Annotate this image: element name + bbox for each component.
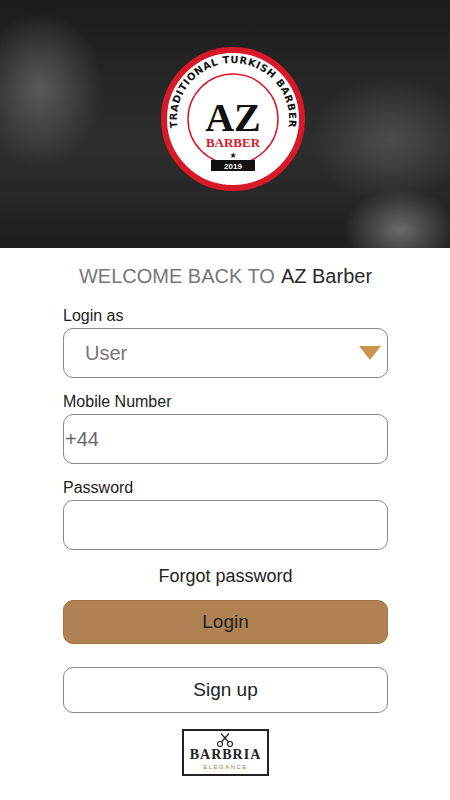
dropdown-arrow-icon xyxy=(359,346,381,360)
logo-star: ★ xyxy=(229,151,236,160)
header-photo: TRADITIONAL TURKISH BARBERAZBARBER★2019 xyxy=(0,0,450,248)
login-button[interactable]: Login xyxy=(63,600,388,644)
logo-monogram: AZ xyxy=(205,95,261,140)
forgot-password-link[interactable]: Forgot password xyxy=(63,565,388,587)
footer: BARBRIAELEGANCE xyxy=(63,729,388,776)
barbria-logo: BARBRIAELEGANCE xyxy=(182,729,270,776)
welcome-title: WELCOME BACK TOAZ Barber xyxy=(63,262,388,290)
password-label: Password xyxy=(63,478,388,498)
signup-button[interactable]: Sign up xyxy=(63,667,388,713)
logo-year-band xyxy=(211,160,255,171)
scissors-icon xyxy=(216,733,234,747)
login-form: WELCOME BACK TOAZ Barber Login asUser Mobi… xyxy=(0,248,450,786)
logo-year: 2019 xyxy=(224,162,242,171)
mobile-number-input[interactable]: +44 xyxy=(63,414,388,464)
az-barber-logo: TRADITIONAL TURKISH BARBERAZBARBER★2019 xyxy=(161,47,305,191)
mobile-number-label: Mobile Number xyxy=(63,392,388,412)
login-as-select[interactable]: User xyxy=(63,328,388,378)
password-input[interactable] xyxy=(63,500,388,550)
login-screen: TRADITIONAL TURKISH BARBERAZBARBER★2019W… xyxy=(0,0,450,800)
logo-banner: BARBER xyxy=(206,135,261,150)
login-as-label: Login as xyxy=(63,306,388,326)
